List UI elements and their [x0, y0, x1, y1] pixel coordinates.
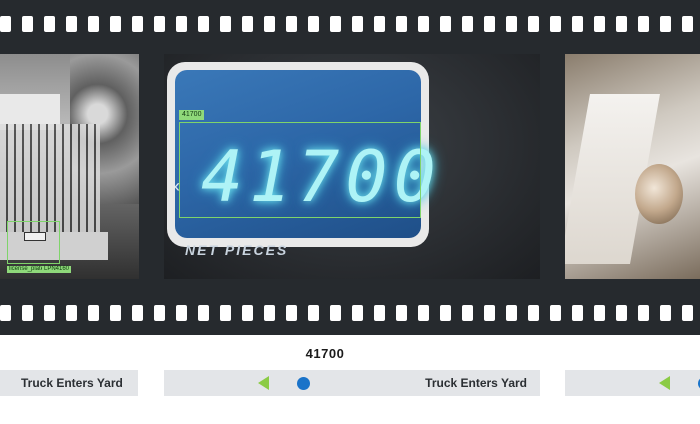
sprocket-hole: [286, 305, 297, 321]
sprocket-hole: [418, 16, 429, 32]
sprocket-hole: [110, 305, 121, 321]
scale-net-label: NET PIECES: [185, 242, 289, 258]
sprocket-hole: [132, 16, 143, 32]
sprocket-hole: [462, 16, 473, 32]
sprocket-hole: [44, 305, 55, 321]
frame-caption: 41700: [305, 346, 345, 361]
play-reverse-icon[interactable]: [659, 376, 670, 390]
sprocket-hole: [352, 305, 363, 321]
sprocket-hole: [198, 16, 209, 32]
frame-scale-display[interactable]: 41700 NET PIECES 41700 ‹: [164, 54, 540, 279]
sprocket-hole: [154, 16, 165, 32]
sprocket-hole: [572, 16, 583, 32]
sprocket-hole: [396, 305, 407, 321]
license-plate-tag: license_plate: [7, 266, 47, 273]
timeline-label-center: Truck Enters Yard: [425, 376, 527, 390]
sprocket-hole: [682, 305, 693, 321]
sprocket-hole: [308, 305, 319, 321]
sprocket-hole: [638, 16, 649, 32]
sprocket-hole: [132, 305, 143, 321]
sprocket-hole: [506, 305, 517, 321]
sprocket-hole: [264, 305, 275, 321]
sprocket-hole: [506, 16, 517, 32]
sprocket-hole: [0, 16, 11, 32]
digits-detection-tag: 41700: [179, 110, 205, 120]
sprocket-hole: [220, 305, 231, 321]
sprocket-hole: [396, 16, 407, 32]
sprocket-hole: [440, 305, 451, 321]
sprocket-hole: [66, 16, 77, 32]
sprocket-hole: [374, 305, 385, 321]
sprocket-hole: [88, 305, 99, 321]
timeline-bar-right[interactable]: [565, 370, 700, 396]
sprocket-hole: [352, 16, 363, 32]
sprocket-hole: [550, 305, 561, 321]
sprocket-hole: [528, 16, 539, 32]
sprocket-hole: [660, 305, 671, 321]
sprocket-hole: [66, 305, 77, 321]
sprocket-hole: [110, 16, 121, 32]
sprocket-hole: [308, 16, 319, 32]
sprocket-hole: [330, 16, 341, 32]
sprocket-hole: [418, 305, 429, 321]
sprocket-hole: [682, 16, 693, 32]
sprocket-hole: [594, 305, 605, 321]
sprocket-row-bottom: [0, 305, 700, 321]
sprocket-hole: [220, 16, 231, 32]
sprocket-hole: [484, 16, 495, 32]
license-plate-value-tag: LPN4160: [42, 266, 72, 273]
timeline-label-left: Truck Enters Yard: [21, 376, 123, 390]
sprocket-hole: [550, 16, 561, 32]
sprocket-row-top: [0, 16, 700, 32]
sprocket-hole: [242, 305, 253, 321]
sprocket-hole: [638, 305, 649, 321]
sprocket-hole: [330, 305, 341, 321]
sprocket-hole: [484, 305, 495, 321]
sprocket-hole: [594, 16, 605, 32]
film-carousel: license_plate LPN4160 41700 NET PIECES 4…: [0, 0, 700, 424]
license-plate: [24, 232, 46, 241]
film-strip: license_plate LPN4160 41700 NET PIECES 4…: [0, 0, 700, 335]
play-reverse-icon[interactable]: [258, 376, 269, 390]
sprocket-hole: [44, 16, 55, 32]
sprocket-hole: [462, 305, 473, 321]
timeline-bar-center[interactable]: Truck Enters Yard: [164, 370, 540, 396]
sprocket-hole: [528, 305, 539, 321]
timeline-dot-icon[interactable]: [297, 377, 310, 390]
truck-grille: [0, 124, 100, 234]
chevron-left-icon[interactable]: ‹: [174, 176, 180, 197]
timeline-bar-left[interactable]: Truck Enters Yard: [0, 370, 138, 396]
sprocket-hole: [374, 16, 385, 32]
sprocket-hole: [0, 305, 11, 321]
frame-loading-bay[interactable]: [565, 54, 700, 279]
sprocket-hole: [440, 16, 451, 32]
license-plate-detection-box: [7, 221, 60, 264]
sprocket-hole: [198, 305, 209, 321]
sprocket-hole: [22, 16, 33, 32]
sprocket-hole: [154, 305, 165, 321]
sprocket-hole: [88, 16, 99, 32]
sprocket-hole: [660, 16, 671, 32]
sprocket-hole: [242, 16, 253, 32]
sprocket-hole: [22, 305, 33, 321]
sprocket-hole: [264, 16, 275, 32]
digits-detection-box: [179, 122, 421, 218]
sprocket-hole: [572, 305, 583, 321]
frame-truck[interactable]: license_plate LPN4160: [0, 54, 139, 279]
sprocket-hole: [176, 305, 187, 321]
sprocket-hole: [176, 16, 187, 32]
sprocket-hole: [286, 16, 297, 32]
sprocket-hole: [616, 16, 627, 32]
sprocket-hole: [616, 305, 627, 321]
bucket: [635, 164, 683, 224]
